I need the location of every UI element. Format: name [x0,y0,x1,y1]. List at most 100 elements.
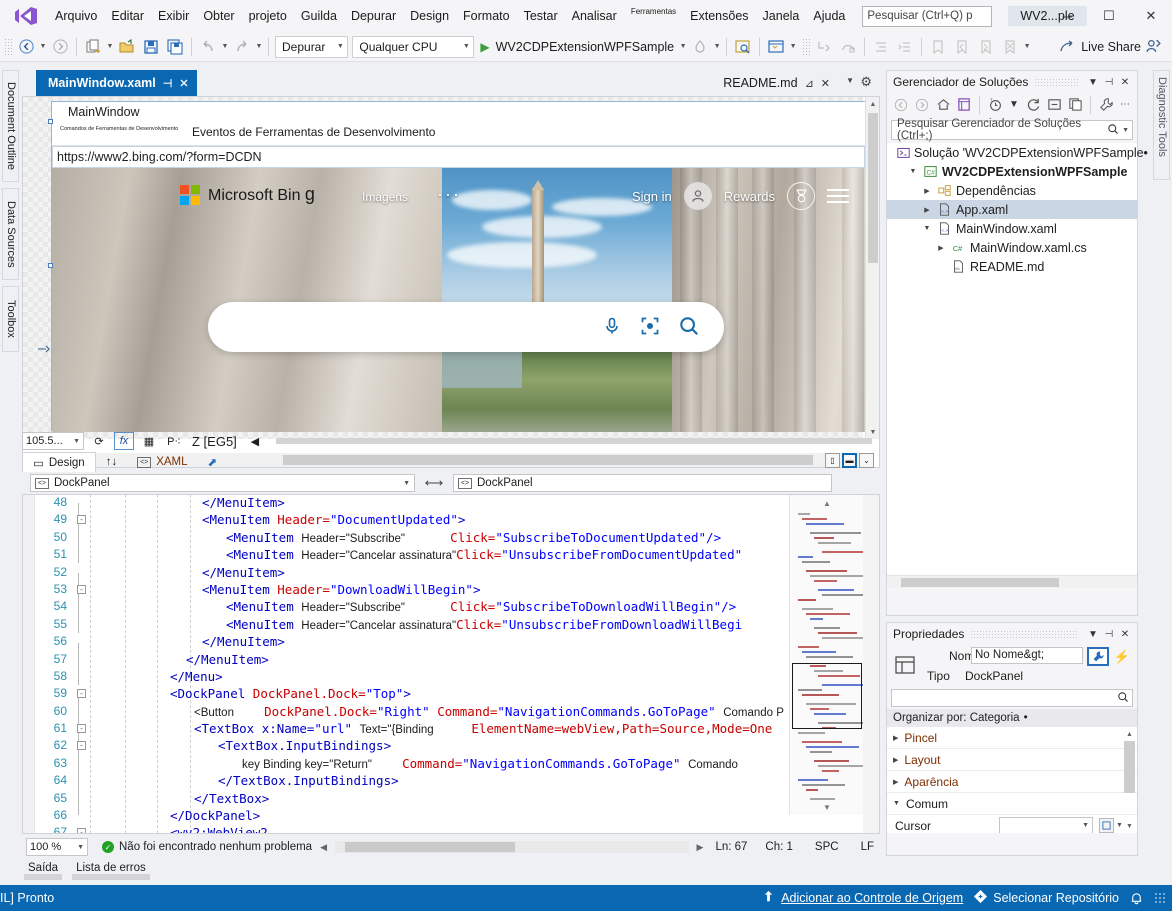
pin-icon[interactable]: ⊣ [163,77,173,90]
new-project-icon[interactable] [82,36,104,58]
code-line[interactable]: 67-<wv2:WebView2 [35,825,879,834]
close-button[interactable]: ✕ [1130,0,1172,32]
fold-toggle-icon[interactable]: - [77,828,86,834]
pin-icon[interactable]: ⊣ [1101,74,1117,90]
properties-wrench-icon[interactable] [1096,95,1116,115]
step-over-icon[interactable] [837,36,859,58]
code-line[interactable]: 56</MenuItem> [35,634,879,651]
code-line[interactable]: 49-<MenuItem Header="DocumentUpdated"> [35,512,879,529]
bing-search-box[interactable] [208,302,724,352]
expander-icon[interactable]: ▶ [935,244,947,252]
indent-increase-icon[interactable] [894,36,916,58]
home-icon[interactable] [933,95,953,115]
select-element-icon[interactable] [732,36,754,58]
splitter-handle[interactable]: ⟷ [421,475,447,491]
menu-testar[interactable]: Testar [517,6,565,26]
property-category-layout[interactable]: ▶Layout [887,749,1137,771]
build-configuration-select[interactable]: Depurar ▼ [275,36,348,58]
xaml-code-editor[interactable]: 48</MenuItem>49-<MenuItem Header="Docume… [22,494,880,834]
maximize-button[interactable]: ☐ [1088,0,1130,32]
minimize-button[interactable]: ─ [1046,0,1088,32]
properties-scroll-down-icon[interactable]: ▼ [1124,821,1135,831]
menu-design[interactable]: Design [403,6,456,26]
start-debug-caret[interactable]: ▼ [678,43,688,50]
collapse-all-icon[interactable] [1044,95,1064,115]
vtab-diagnostic-tools[interactable]: Diagnostic Tools [1153,70,1170,180]
menu-janela[interactable]: Janela [756,6,807,26]
close-icon[interactable]: ✕ [1117,74,1133,90]
property-value-input[interactable]: ▼ [999,817,1093,834]
fold-toggle-icon[interactable]: - [77,689,86,698]
scroll-thumb[interactable] [345,842,515,852]
menu-analisar[interactable]: Analisar [565,6,624,26]
open-file-icon[interactable] [116,36,138,58]
start-debug-button[interactable]: ▶ WV2CDPExtensionWPFSample [476,40,678,54]
rewards-medal-icon[interactable] [787,182,815,210]
minimap-scroll-down-icon[interactable]: ▼ [818,801,836,813]
expander-closed-icon[interactable]: ▶ [893,734,898,742]
effects-toggle-button[interactable]: fx [114,432,134,450]
code-line[interactable]: 51<MenuItem Header="Cancelar assinatura"… [35,547,879,564]
properties-arrange-by[interactable]: Organizar por: Categoria • [887,709,1137,727]
webview2-preview[interactable]: Microsoft Bin g Imagens ··· Sign in Rewa… [52,168,865,432]
bookmark-prev-icon[interactable] [951,36,973,58]
design-url-textbox[interactable]: https://www2.bing.com/?form=DCDN [52,146,865,168]
menu-obter[interactable]: Obter [196,6,241,26]
design-menu-devtools-commands[interactable]: Comandos de Ferramentas de Desenvolvimen… [60,126,178,132]
menu-ferramentas[interactable]: Ferramentas [624,4,683,19]
code-line[interactable]: 55<MenuItem Header="Cancelar assinatura"… [35,617,879,634]
designer-split-track[interactable] [276,438,872,444]
solution-tree[interactable]: Solução 'WV2CDPExtensionWPFSample•▼C#WV2… [887,143,1137,575]
chevron-down-icon[interactable]: ▼ [1006,97,1022,113]
editor-horizontal-scrollbar[interactable] [335,841,689,853]
toolbar-grip[interactable] [4,38,14,56]
selection-handle[interactable] [48,263,53,268]
forward-icon[interactable] [912,95,932,115]
tab-overflow-caret[interactable]: ▼ [846,76,854,85]
pending-changes-icon[interactable]: T [985,95,1005,115]
scroll-thumb[interactable] [1124,741,1135,793]
scroll-up-arrow[interactable]: ▲ [866,97,880,111]
chevron-down-icon[interactable]: ▼ [1122,127,1129,134]
code-line[interactable]: 57</MenuItem> [35,652,879,669]
redo-caret[interactable]: ▼ [254,43,264,50]
code-line[interactable]: 59-<DockPanel DockPanel.Dock="Top"> [35,686,879,703]
notifications-bell-icon[interactable] [1129,891,1144,906]
save-all-icon[interactable] [164,36,186,58]
fold-toggle-icon[interactable]: - [77,515,86,524]
search-icon[interactable] [678,315,700,340]
redo-icon[interactable] [231,36,253,58]
tab-output[interactable]: Saída [22,860,64,876]
breadcrumb-right[interactable]: <> DockPanel [453,474,832,492]
back-dropdown-caret[interactable]: ▼ [38,43,48,50]
swap-panes-button[interactable]: ↑↓ [96,452,128,472]
menu-editar[interactable]: Editar [104,6,151,26]
tree-item-depend-ncias[interactable]: ▶Dependências [887,181,1137,200]
designer-zoom-select[interactable]: 105.5... ▼ [22,432,84,450]
code-line[interactable]: 63key Binding key="Return" Command="Navi… [35,756,879,773]
toolbar-grip-2[interactable] [802,38,812,56]
code-line[interactable]: 54<MenuItem Header="Subscribe" Click="Su… [35,599,879,616]
switch-views-icon[interactable] [954,95,974,115]
bing-nav-more[interactable]: ··· [437,184,461,205]
property-row-cursor[interactable]: Cursor▼▼ [887,815,1137,833]
properties-search-input[interactable] [891,689,1133,707]
solution-explorer-search-input[interactable]: Pesquisar Gerenciador de Soluções (Ctrl+… [891,120,1133,140]
tree-item-mainwindow-xaml[interactable]: ▼<.>MainWindow.xaml [887,219,1137,238]
menu-ajuda[interactable]: Ajuda [806,6,852,26]
menu-projeto[interactable]: projeto [242,6,294,26]
tree-item-app-xaml[interactable]: ▶<.>App.xaml [887,200,1137,219]
bookmark-icon[interactable] [927,36,949,58]
tab-mainwindow-xaml[interactable]: MainWindow.xaml ⊣ ✕ [36,70,197,96]
back-icon[interactable] [891,95,911,115]
expander-icon[interactable]: ▶ [921,187,933,195]
code-line[interactable]: 48</MenuItem> [35,495,879,512]
code-line[interactable]: 66</DockPanel> [35,808,879,825]
chevron-down-icon[interactable]: ▼ [1082,822,1089,829]
clear-bookmarks-icon[interactable] [999,36,1021,58]
save-icon[interactable] [140,36,162,58]
fold-toggle-icon[interactable]: - [77,724,86,733]
menu-extensoes[interactable]: Extensões [683,6,755,26]
vtab-toolbox[interactable]: Toolbox [2,286,19,352]
code-line[interactable]: 53-<MenuItem Header="DownloadWillBegin"> [35,582,879,599]
